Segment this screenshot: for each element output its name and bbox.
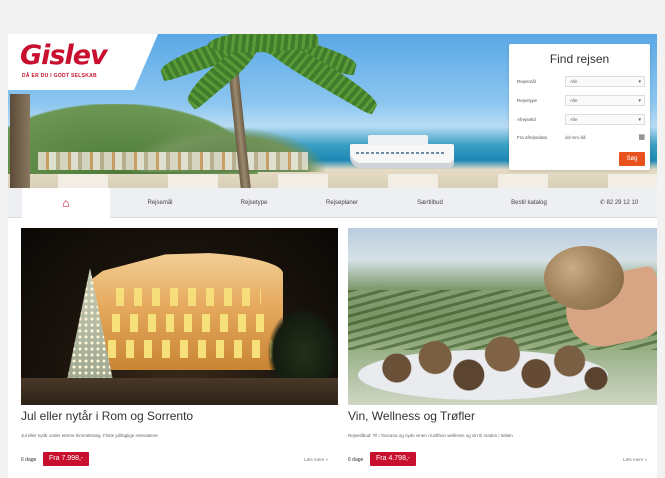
trip-description: Jul eller nytår under eterne himmelstrøg… (21, 433, 159, 438)
read-more-link[interactable]: Læs mere » (623, 457, 647, 462)
trip-card-truffles[interactable]: Vin, Wellness og Trøfler Rejsetilbud: Ti… (348, 228, 657, 478)
chevron-down-icon: ▾ (638, 79, 641, 85)
search-panel: Find rejsen Rejsemål Alle ▾ Rejsetype Al… (509, 44, 650, 170)
phone-number: 82 29 12 10 (606, 200, 639, 206)
trip-card-rome[interactable]: Jul eller nytår i Rom og Sorrento Jul el… (21, 228, 338, 478)
date-label: Fra afrejsedato (517, 135, 548, 140)
chevron-down-icon: ▾ (638, 98, 641, 104)
departure-select[interactable]: Alle ▾ (565, 114, 645, 125)
destination-label: Rejsemål (517, 79, 536, 84)
nav-home[interactable]: ⌂ (22, 188, 110, 218)
trip-description: Rejsetilbud: Til i Toscana og nyde vinen… (348, 433, 513, 438)
trip-title[interactable]: Vin, Wellness og Trøfler (348, 409, 475, 423)
chevron-down-icon: ▾ (638, 117, 641, 123)
date-input[interactable]: dd-mm-åå (565, 135, 586, 140)
phone-icon: ✆ (599, 200, 605, 206)
departure-select-row: Afrejsetid Alle ▾ (517, 114, 645, 125)
colosseum-arches (107, 314, 267, 332)
hero-banner: Gislev DÅ ER DU I GODT SELSKAB Find rejs… (8, 34, 657, 188)
truffle-in-hand (544, 246, 624, 310)
destination-select-row: Rejsemål Alle ▾ (517, 76, 645, 87)
hero-town (38, 152, 308, 170)
search-title: Find rejsen (549, 52, 610, 66)
colosseum-image[interactable] (21, 228, 338, 405)
page: Gislev DÅ ER DU I GODT SELSKAB Find rejs… (8, 34, 657, 478)
departure-label: Afrejsetid (517, 117, 536, 122)
nav-item-special-offers[interactable]: Særtilbud (386, 188, 474, 218)
destination-value: Alle (570, 79, 578, 84)
colosseum-arches (103, 340, 273, 358)
trip-title[interactable]: Jul eller nytår i Rom og Sorrento (21, 409, 193, 423)
travel-type-select[interactable]: Alle ▾ (565, 95, 645, 106)
departure-value: Alle (570, 117, 578, 122)
truffles-pile (368, 326, 608, 396)
destination-select[interactable]: Alle ▾ (565, 76, 645, 87)
travel-type-value: Alle (570, 98, 578, 103)
nav-item-travel-plans[interactable]: Rejseplaner (298, 188, 386, 218)
colosseum-arches (111, 288, 261, 306)
price-badge[interactable]: Fra 4.798,- (370, 452, 417, 466)
home-icon: ⌂ (62, 196, 70, 210)
trip-duration: 6 dage (348, 457, 364, 463)
main-nav: ⌂ Rejsemål Rejsetype Rejseplaner Særtilb… (8, 188, 657, 218)
trip-duration: 6 dage (21, 457, 37, 463)
truffles-image[interactable] (348, 228, 657, 405)
nav-item-destinations[interactable]: Rejsemål (110, 188, 210, 218)
nav-item-travel-type[interactable]: Rejsetype (210, 188, 298, 218)
piazza-ground (21, 378, 338, 405)
read-more-link[interactable]: Læs mere » (304, 457, 328, 462)
price-badge[interactable]: Fra 7.998,- (43, 452, 90, 466)
logo-wordmark: Gislev (20, 40, 108, 71)
calendar-icon[interactable]: ▦ (638, 133, 645, 141)
search-button[interactable]: Søg (619, 152, 645, 166)
nav-phone[interactable]: ✆ 82 29 12 10 (584, 188, 654, 218)
travel-type-label: Rejsetype (517, 98, 538, 103)
nav-item-order-catalog[interactable]: Bestil katalog (474, 188, 584, 218)
cruise-ship-image (350, 135, 454, 168)
travel-type-select-row: Rejsetype Alle ▾ (517, 95, 645, 106)
logo[interactable]: Gislev DÅ ER DU I GODT SELSKAB (8, 34, 158, 90)
date-row: Fra afrejsedato dd-mm-åå ▦ (517, 132, 645, 143)
logo-tagline: DÅ ER DU I GODT SELSKAB (22, 73, 97, 79)
palm-trunk (10, 94, 30, 188)
beach-umbrellas (28, 174, 657, 188)
